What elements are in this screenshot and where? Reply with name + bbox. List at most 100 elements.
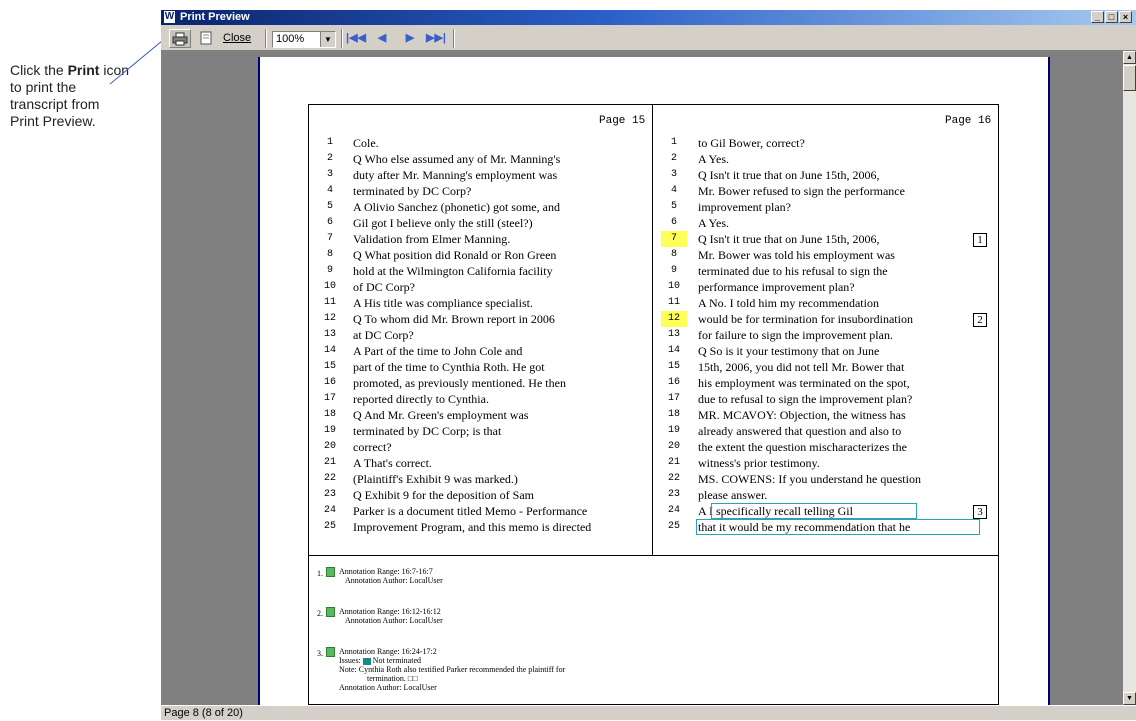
line-number: 2 bbox=[326, 153, 333, 164]
transcript-line: to Gil Bower, correct? bbox=[698, 136, 805, 150]
annotations-divider bbox=[309, 555, 998, 556]
line-number: 16 bbox=[667, 377, 680, 388]
annotation-author: Annotation Author: LocalUser bbox=[345, 576, 443, 585]
annotation-marker[interactable]: 1 bbox=[973, 233, 987, 247]
annotation-marker[interactable]: 3 bbox=[973, 505, 987, 519]
title-bar: W Print Preview _ □ × bbox=[161, 10, 1136, 25]
transcript-line: terminated by DC Corp; is that bbox=[353, 424, 502, 438]
transcript-line: at DC Corp? bbox=[353, 328, 414, 342]
line-number: 4 bbox=[670, 185, 677, 196]
line-number: 18 bbox=[667, 409, 680, 420]
issues-label: Issues: bbox=[339, 656, 361, 665]
line-number: 11 bbox=[323, 297, 336, 308]
line-number: 1 bbox=[670, 137, 677, 148]
toolbar-separator bbox=[453, 29, 455, 48]
line-number: 24 bbox=[323, 505, 336, 516]
line-number: 23 bbox=[323, 489, 336, 500]
transcript-line: Improvement Program, and this memo is di… bbox=[353, 520, 592, 534]
page-setup-button[interactable] bbox=[197, 29, 215, 48]
window-title: Print Preview bbox=[180, 11, 250, 23]
transcript-line: correct? bbox=[353, 440, 392, 454]
annotation-range: Annotation Range: 16:12-16:12 bbox=[339, 607, 441, 616]
print-preview-window: W Print Preview _ □ × Close 100% ▼ |◀◀ ◀… bbox=[161, 10, 1136, 720]
highlighted-line-number: 12 bbox=[661, 311, 687, 327]
transcript-line: Gil got I believe only the still (steel?… bbox=[353, 216, 533, 230]
transcript-line: Validation from Elmer Manning. bbox=[353, 232, 511, 246]
note-number: 1. bbox=[317, 569, 323, 578]
annotation-note: 1. Annotation Range: 16:7-16:7 Annotatio… bbox=[317, 567, 989, 593]
transcript-line: Q What position did Ronald or Ron Green bbox=[353, 248, 557, 262]
line-number: 9 bbox=[670, 265, 677, 276]
scroll-thumb[interactable] bbox=[1123, 65, 1136, 91]
transcript-line: A Part of the time to John Cole and bbox=[353, 344, 523, 358]
zoom-select[interactable]: 100% ▼ bbox=[272, 31, 336, 48]
line-number: 10 bbox=[323, 281, 336, 292]
column-divider bbox=[652, 105, 653, 555]
line-number: 14 bbox=[323, 345, 336, 356]
line-number: 6 bbox=[670, 217, 677, 228]
transcript-line: Q And Mr. Green's employment was bbox=[353, 408, 529, 422]
transcript-line: A Olivio Sanchez (phonetic) got some, an… bbox=[353, 200, 560, 214]
printer-icon bbox=[172, 32, 188, 46]
line-number: 8 bbox=[326, 249, 333, 260]
transcript-line: part of the time to Cynthia Roth. He got bbox=[353, 360, 545, 374]
line-number: 22 bbox=[667, 473, 680, 484]
vertical-scrollbar[interactable]: ▲ ▼ bbox=[1123, 51, 1136, 705]
line-number: 16 bbox=[323, 377, 336, 388]
transcript-box: Page 15 Page 16 1 Cole. 2 Q Who else assu… bbox=[308, 104, 999, 705]
annotation-author: Annotation Author: LocalUser bbox=[345, 616, 443, 625]
print-button[interactable] bbox=[169, 29, 191, 48]
page-icon bbox=[200, 31, 212, 45]
callout-pre: Click the bbox=[10, 62, 68, 78]
transcript-line: reported directly to Cynthia. bbox=[353, 392, 489, 406]
issue-color-swatch bbox=[362, 657, 371, 665]
maximize-button[interactable]: □ bbox=[1105, 11, 1118, 23]
chevron-down-icon[interactable]: ▼ bbox=[320, 32, 335, 47]
note-number: 2. bbox=[317, 609, 323, 618]
line-number: 23 bbox=[667, 489, 680, 500]
callout-bold: Print bbox=[67, 62, 100, 78]
transcript-line: A His title was compliance specialist. bbox=[353, 296, 533, 310]
line-number: 19 bbox=[323, 425, 336, 436]
close-preview-button[interactable]: Close bbox=[223, 29, 263, 48]
transcript-line: his employment was terminated on the spo… bbox=[698, 376, 910, 390]
transcript-line: performance improvement plan? bbox=[698, 280, 855, 294]
annotation-marker[interactable]: 2 bbox=[973, 313, 987, 327]
transcript-line: MS. COWENS: If you understand he questio… bbox=[698, 472, 921, 486]
line-number: 25 bbox=[667, 521, 680, 532]
transcript-line: already answered that question and also … bbox=[698, 424, 902, 438]
annotation-range: Annotation Range: 16:7-16:7 bbox=[339, 567, 433, 576]
line-number: 15 bbox=[323, 361, 336, 372]
note-number: 3. bbox=[317, 649, 323, 658]
line-number: 24 bbox=[667, 505, 680, 516]
transcript-line: Q Isn't it true that on June 15th, 2006, bbox=[698, 168, 880, 182]
line-number: 3 bbox=[326, 169, 333, 180]
first-page-button[interactable]: |◀◀ bbox=[345, 29, 367, 48]
transcript-line: MR. MCAVOY: Objection, the witness has bbox=[698, 408, 906, 422]
annotation-issues: Issues: Not terminated bbox=[339, 656, 565, 665]
minimize-button[interactable]: _ bbox=[1091, 11, 1104, 23]
close-window-button[interactable]: × bbox=[1119, 11, 1132, 23]
transcript-line: the extent the question mischaracterizes… bbox=[698, 440, 907, 454]
line-number: 20 bbox=[323, 441, 336, 452]
line-number: 21 bbox=[323, 457, 336, 468]
annotation-selection bbox=[696, 519, 980, 535]
line-number: 25 bbox=[323, 521, 336, 532]
annotation-author: Annotation Author: LocalUser bbox=[339, 683, 437, 692]
annotation-range: Annotation Range: 16:24-17:2 bbox=[339, 647, 437, 656]
note-icon bbox=[326, 607, 335, 617]
last-page-button[interactable]: ▶▶| bbox=[425, 29, 447, 48]
transcript-line: duty after Mr. Manning's employment was bbox=[353, 168, 558, 182]
transcript-line: terminated by DC Corp? bbox=[353, 184, 472, 198]
scroll-up-icon[interactable]: ▲ bbox=[1123, 51, 1136, 64]
scroll-down-icon[interactable]: ▼ bbox=[1123, 692, 1136, 705]
line-number: 19 bbox=[667, 425, 680, 436]
annotation-notes: 1. Annotation Range: 16:7-16:7 Annotatio… bbox=[317, 567, 989, 692]
line-number: 11 bbox=[667, 297, 680, 308]
next-page-button[interactable]: ▶ bbox=[399, 29, 421, 48]
line-number: 4 bbox=[326, 185, 333, 196]
transcript-line: due to refusal to sign the improvement p… bbox=[698, 392, 913, 406]
line-number: 14 bbox=[667, 345, 680, 356]
transcript-line: Q Who else assumed any of Mr. Manning's bbox=[353, 152, 561, 166]
previous-page-button[interactable]: ◀ bbox=[371, 29, 393, 48]
